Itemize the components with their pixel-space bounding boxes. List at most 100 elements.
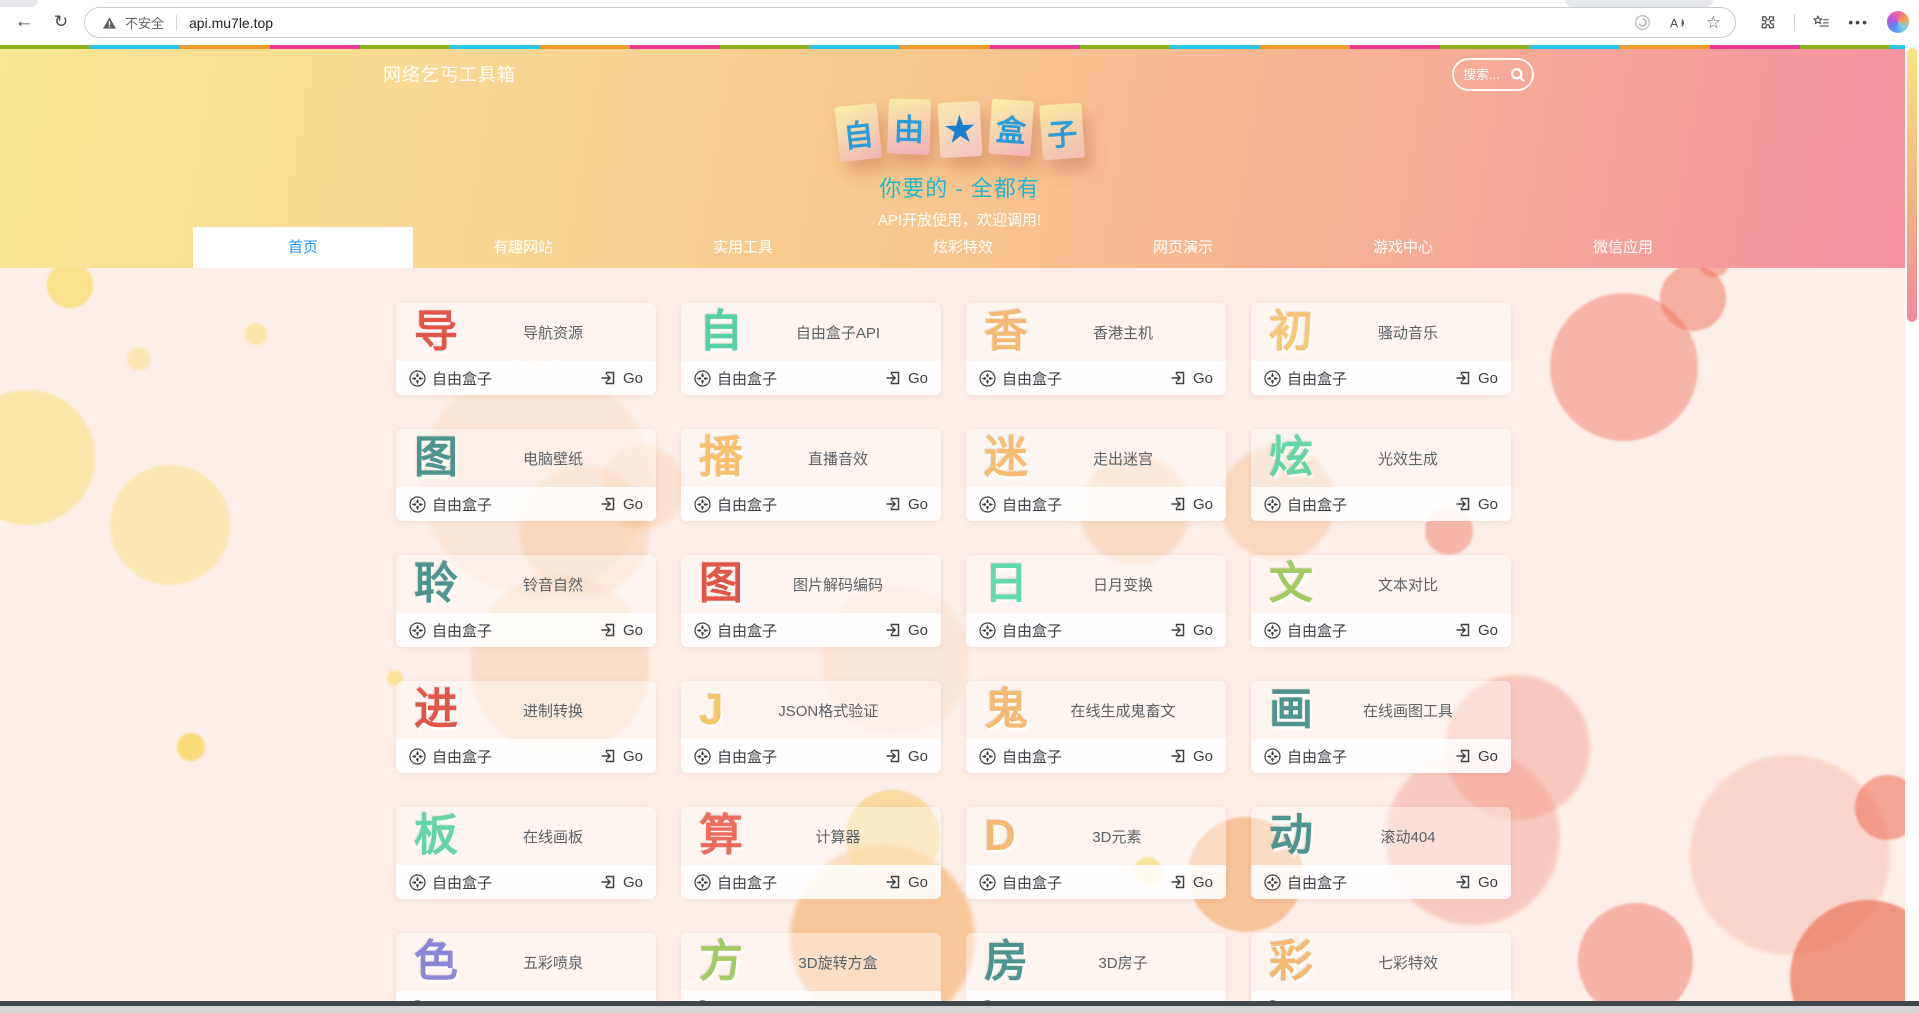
page-scrollbar[interactable] [1905, 45, 1919, 1001]
read-aloud-icon[interactable]: A [1670, 14, 1687, 31]
nav-tab-fun-sites[interactable]: 有趣网站 [413, 227, 633, 268]
card-brand-label: 自由盒子 [1002, 494, 1062, 515]
card-brand-link[interactable]: 自由盒子 [979, 494, 1062, 515]
nav-tab-game-center[interactable]: 游戏中心 [1293, 227, 1513, 268]
card-footer: 自由盒子 Go [396, 613, 656, 647]
card-go-link[interactable]: Go [1455, 622, 1498, 639]
card-glyph: 房 [984, 940, 1028, 984]
tagline: 你要的 - 全都有 [0, 171, 1919, 203]
card-go-link[interactable]: Go [600, 748, 643, 765]
card-title: 五彩喷泉 [458, 952, 656, 973]
card-brand-link[interactable]: 自由盒子 [979, 872, 1062, 893]
favorites-bar-icon[interactable] [1813, 14, 1830, 31]
card-brand-link[interactable]: 自由盒子 [409, 620, 492, 641]
card-brand-link[interactable]: 自由盒子 [409, 494, 492, 515]
enhance-image-icon[interactable] [1634, 14, 1651, 31]
extensions-icon[interactable] [1759, 14, 1776, 31]
search-box[interactable] [1452, 58, 1534, 91]
card-brand-link[interactable]: 自由盒子 [1264, 368, 1347, 389]
card-go-link[interactable]: Go [600, 622, 643, 639]
card-go-label: Go [1193, 622, 1213, 639]
url-text: api.mu7le.top [189, 15, 273, 31]
card-top: J JSON格式验证 [681, 681, 941, 739]
card-brand-link[interactable]: 自由盒子 [694, 494, 777, 515]
scrollbar-thumb[interactable] [1907, 48, 1917, 322]
nav-tab-wechat-apps[interactable]: 微信应用 [1513, 227, 1733, 268]
card-top: 色 五彩喷泉 [396, 933, 656, 991]
enter-arrow-icon [600, 748, 617, 765]
card-go-link[interactable]: Go [1170, 370, 1213, 387]
card-glyph: 算 [699, 814, 743, 858]
card-top: 图 电脑壁纸 [396, 429, 656, 487]
card-go-link[interactable]: Go [885, 370, 928, 387]
search-icon[interactable] [1510, 66, 1526, 83]
card-go-link[interactable]: Go [1455, 748, 1498, 765]
logo-tile: 盒 [988, 98, 1034, 156]
card-go-link[interactable]: Go [885, 622, 928, 639]
card-glyph: 图 [414, 436, 458, 480]
card-go-label: Go [908, 874, 928, 891]
card-go-link[interactable]: Go [1455, 874, 1498, 891]
card-brand-label: 自由盒子 [432, 746, 492, 767]
card-top: 导 导航资源 [396, 303, 656, 361]
browser-reload-button[interactable]: ↻ [45, 6, 77, 38]
card-go-link[interactable]: Go [885, 748, 928, 765]
add-favorite-icon[interactable]: ☆ [1706, 14, 1721, 31]
card-glyph: 板 [414, 814, 458, 858]
copilot-icon[interactable] [1887, 11, 1909, 33]
card-go-link[interactable]: Go [885, 496, 928, 513]
card-brand-link[interactable]: 自由盒子 [409, 872, 492, 893]
box-compass-icon [409, 748, 426, 765]
card-glyph: 色 [414, 940, 458, 984]
card-brand-link[interactable]: 自由盒子 [1264, 620, 1347, 641]
settings-more-icon[interactable]: ••• [1848, 14, 1869, 30]
card-go-link[interactable]: Go [1170, 622, 1213, 639]
box-compass-icon [1264, 496, 1281, 513]
card-brand-link[interactable]: 自由盒子 [979, 620, 1062, 641]
card-go-link[interactable]: Go [1170, 874, 1213, 891]
card-go-link[interactable]: Go [1455, 370, 1498, 387]
card-brand-link[interactable]: 自由盒子 [979, 746, 1062, 767]
card-go-link[interactable]: Go [1170, 748, 1213, 765]
search-input[interactable] [1463, 67, 1507, 82]
card-go-link[interactable]: Go [1455, 496, 1498, 513]
browser-back-button[interactable]: ← [8, 6, 40, 38]
card-brand-link[interactable]: 自由盒子 [1264, 746, 1347, 767]
card-brand-link[interactable]: 自由盒子 [694, 368, 777, 389]
card-glyph: 导 [414, 310, 458, 354]
card-brand-link[interactable]: 自由盒子 [979, 368, 1062, 389]
card-brand-label: 自由盒子 [432, 368, 492, 389]
card-brand-link[interactable]: 自由盒子 [694, 620, 777, 641]
card-brand-link[interactable]: 自由盒子 [409, 746, 492, 767]
card-glyph: 方 [699, 940, 743, 984]
card-brand-link[interactable]: 自由盒子 [409, 368, 492, 389]
nav-tab-web-demos[interactable]: 网页演示 [1073, 227, 1293, 268]
card-brand-link[interactable]: 自由盒子 [1264, 872, 1347, 893]
card-go-link[interactable]: Go [600, 874, 643, 891]
card-brand-link[interactable]: 自由盒子 [694, 746, 777, 767]
nav-tab-effects[interactable]: 炫彩特效 [853, 227, 1073, 268]
nav-tab-home[interactable]: 首页 [193, 227, 413, 268]
box-compass-icon [409, 622, 426, 639]
tool-card: 图 图片解码编码 自由盒子 Go [681, 555, 941, 647]
card-top: 房 3D房子 [966, 933, 1226, 991]
address-bar[interactable]: 不安全 api.mu7le.top A ☆ [84, 7, 1736, 38]
box-compass-icon [979, 622, 996, 639]
card-brand-link[interactable]: 自由盒子 [694, 872, 777, 893]
card-go-link[interactable]: Go [600, 496, 643, 513]
card-go-label: Go [908, 370, 928, 387]
card-brand-link[interactable]: 自由盒子 [1264, 494, 1347, 515]
card-footer: 自由盒子 Go [966, 991, 1226, 1001]
nav-tab-tools[interactable]: 实用工具 [633, 227, 853, 268]
card-go-link[interactable]: Go [1170, 496, 1213, 513]
tool-card: 画 在线画图工具 自由盒子 Go [1251, 681, 1511, 773]
card-brand-label: 自由盒子 [432, 494, 492, 515]
card-go-link[interactable]: Go [600, 370, 643, 387]
tool-card: 香 香港主机 自由盒子 Go [966, 303, 1226, 395]
card-top: 彩 七彩特效 [1251, 933, 1511, 991]
card-brand-label: 自由盒子 [1287, 368, 1347, 389]
card-brand-label: 自由盒子 [1002, 368, 1062, 389]
card-go-link[interactable]: Go [885, 874, 928, 891]
card-title: 铃音自然 [458, 574, 656, 595]
tool-card: 色 五彩喷泉 自由盒子 Go [396, 933, 656, 1001]
